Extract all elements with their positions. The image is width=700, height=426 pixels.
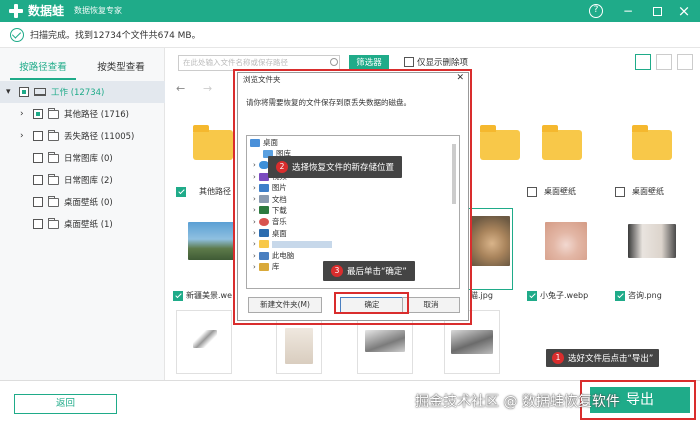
app-logo: 数据蛙 数据恢复专家: [8, 2, 122, 19]
path-tree: ▾ 工作 (12734) › 其他路径 (1716) › 丢失路径 (11005…: [0, 81, 165, 235]
app-subtitle: 数据恢复专家: [74, 6, 123, 15]
tree-item-label: 日常图库 (0): [64, 154, 113, 164]
desk-thumbnail[interactable]: [451, 330, 493, 354]
file-tile-label[interactable]: 其他路径: [176, 186, 231, 197]
grid-view-icon[interactable]: [635, 54, 651, 70]
laptop-icon: [34, 88, 46, 96]
file-checkbox[interactable]: [527, 290, 537, 301]
detail-view-icon[interactable]: [677, 54, 693, 70]
tree-item-label: 丢失路径 (11005): [64, 132, 135, 142]
tree-item-daily-gallery[interactable]: 日常图库 (0): [0, 147, 165, 169]
tree-item-desktop-wallpaper[interactable]: 桌面壁纸 (0): [0, 191, 165, 213]
folder-outline-icon: [48, 195, 59, 207]
tree-item-label: 桌面壁纸 (1): [64, 220, 113, 230]
folder-outline-icon: [48, 107, 59, 119]
callout-export: 1 选好文件后点击“导出”: [546, 349, 660, 367]
tree-item-label: 工作 (12734): [51, 88, 105, 98]
file-tile-label[interactable]: 小兔子.webp: [527, 290, 588, 301]
dialog-highlight-frame: [233, 69, 472, 325]
maximize-button[interactable]: [649, 3, 665, 19]
tree-checkbox[interactable]: [33, 197, 43, 207]
tree-checkbox[interactable]: [33, 131, 43, 141]
caret-down-icon[interactable]: ▾: [6, 87, 14, 97]
file-tile-label[interactable]: 桌面壁纸: [615, 186, 664, 197]
search-icon[interactable]: [330, 58, 338, 66]
only-deleted-option[interactable]: 仅显示删除项: [404, 56, 468, 68]
folder-outline-icon: [48, 129, 59, 141]
cat-thumbnail[interactable]: [470, 216, 510, 266]
callout-confirm: 3 最后单击“确定”: [323, 261, 415, 281]
keys-thumbnail[interactable]: [193, 330, 217, 348]
tab-by-type[interactable]: 按类型查看: [88, 58, 154, 80]
folder-icon[interactable]: [632, 125, 672, 160]
tree-item-daily-gallery[interactable]: 日常图库 (2): [0, 169, 165, 191]
tree-checkbox[interactable]: [33, 175, 43, 185]
caret-right-icon[interactable]: ›: [20, 109, 28, 119]
file-tile-label[interactable]: 新疆美景.we: [173, 290, 232, 301]
callout-choose-location: 2 选择恢复文件的新存储位置: [268, 156, 403, 178]
file-checkbox[interactable]: [173, 290, 183, 301]
scan-status-bar: 扫描完成。找到12734个文件共674 MB。: [0, 22, 700, 48]
help-icon[interactable]: ?: [589, 4, 603, 18]
tab-by-path[interactable]: 按路径查看: [10, 58, 76, 80]
check-circle-icon: [10, 27, 24, 42]
file-checkbox[interactable]: [176, 186, 186, 197]
watermark: 掘金技术社区 @ 数据蛙恢复软件: [415, 394, 620, 410]
left-panel: 按路径查看 按类型查看 ▾ 工作 (12734) › 其他路径 (1716) ›…: [0, 48, 165, 380]
file-checkbox[interactable]: [527, 186, 537, 197]
tree-checkbox[interactable]: [19, 87, 29, 97]
minimize-button[interactable]: −: [620, 3, 636, 19]
scan-status-text: 扫描完成。找到12734个文件共674 MB。: [30, 31, 201, 41]
folder-outline-icon: [48, 173, 59, 185]
tree-item-desktop-wallpaper[interactable]: 桌面壁纸 (1): [0, 213, 165, 235]
tree-item-label: 日常图库 (2): [64, 176, 113, 186]
tree-item-label: 其他路径 (1716): [64, 110, 129, 120]
file-tile-label[interactable]: 咨询.png: [615, 290, 662, 301]
tree-checkbox[interactable]: [33, 153, 43, 163]
folder-outline-icon: [48, 151, 59, 163]
photo-thumbnail[interactable]: [285, 328, 313, 364]
folder-icon[interactable]: [480, 125, 520, 160]
ok-highlight-frame: [334, 292, 409, 314]
back-button[interactable]: 返回: [14, 394, 117, 414]
tree-checkbox[interactable]: [33, 109, 43, 119]
close-button[interactable]: ×: [676, 3, 692, 19]
file-tile-label[interactable]: 猫.jpg: [470, 290, 493, 301]
app-name: 数据蛙: [28, 4, 65, 18]
forward-arrow-icon[interactable]: →: [203, 82, 212, 95]
only-deleted-checkbox[interactable]: [404, 57, 414, 67]
only-deleted-label: 仅显示删除项: [417, 58, 469, 68]
tree-checkbox[interactable]: [33, 219, 43, 229]
folder-icon[interactable]: [542, 125, 582, 160]
rabbit-thumbnail[interactable]: [545, 222, 587, 260]
back-arrow-icon[interactable]: ←: [176, 82, 185, 95]
file-checkbox[interactable]: [615, 290, 625, 301]
file-tile-label[interactable]: 桌面壁纸: [527, 186, 576, 197]
meeting-thumbnail[interactable]: [628, 224, 676, 258]
file-checkbox[interactable]: [615, 186, 625, 197]
folder-icon[interactable]: [193, 125, 233, 160]
folder-outline-icon: [48, 217, 59, 229]
plus-logo-icon: [8, 3, 24, 19]
tree-item-lost-paths[interactable]: › 丢失路径 (11005): [0, 125, 165, 147]
caret-right-icon[interactable]: ›: [20, 131, 28, 141]
landscape-thumbnail[interactable]: [188, 222, 234, 260]
tree-item-work[interactable]: ▾ 工作 (12734): [0, 81, 165, 103]
laptop-thumbnail[interactable]: [365, 330, 405, 352]
list-view-icon[interactable]: [656, 54, 672, 70]
tree-item-other-paths[interactable]: › 其他路径 (1716): [0, 103, 165, 125]
tree-item-label: 桌面壁纸 (0): [64, 198, 113, 208]
